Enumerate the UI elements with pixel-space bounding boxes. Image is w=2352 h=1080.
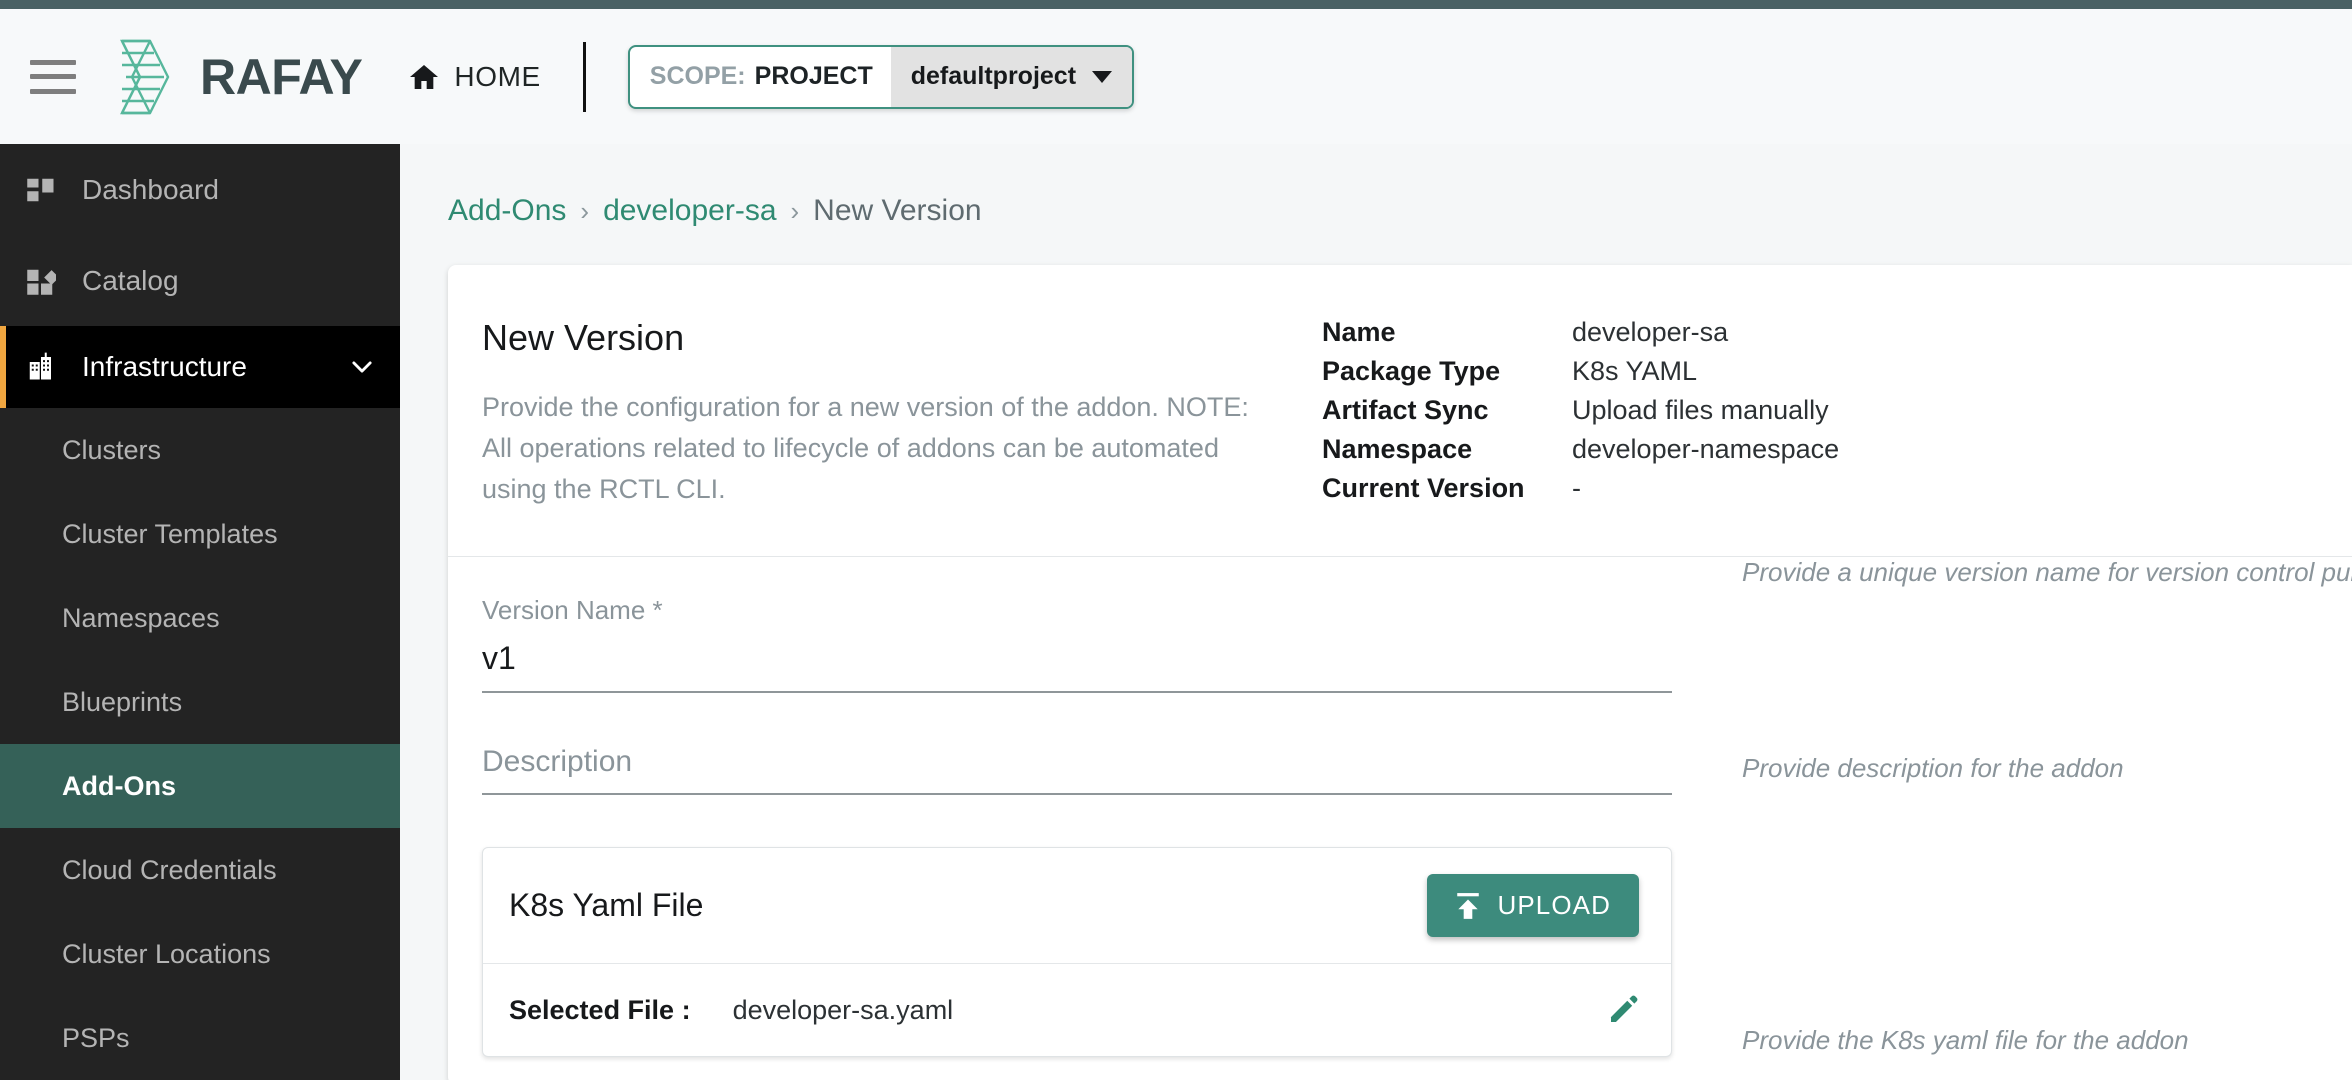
rafay-logo[interactable]: RAFAY (102, 37, 363, 117)
breadcrumb-separator: › (790, 195, 800, 226)
sidebar-item-add-ons[interactable]: Add-Ons (0, 744, 400, 828)
metadata-row: Current Version - (1322, 473, 1839, 504)
version-name-block: Version Name * (482, 557, 1672, 693)
app-header: RAFAY HOME SCOPE: PROJECT defaultproject (0, 9, 2352, 144)
body-layout: Dashboard Catalog Infrastructure Cluster… (0, 144, 2352, 1080)
sidebar-item-namespaces[interactable]: Namespaces (0, 576, 400, 660)
breadcrumb-item-addons[interactable]: Add-Ons (448, 194, 566, 228)
scope-prefix: SCOPE: (649, 62, 746, 90)
breadcrumb-separator: › (580, 195, 590, 226)
metadata-row: Name developer-sa (1322, 317, 1839, 348)
description-input[interactable] (482, 745, 1672, 795)
sidebar-item-blueprints[interactable]: Blueprints (0, 660, 400, 744)
addon-metadata: Name developer-sa Package Type K8s YAML … (1322, 317, 1839, 512)
scope-label: SCOPE: PROJECT (630, 47, 891, 107)
page-title: New Version (482, 317, 685, 358)
metadata-key: Namespace (1322, 434, 1473, 464)
scope-type: PROJECT (754, 62, 873, 90)
metadata-key: Current Version (1322, 473, 1525, 503)
scope-selector[interactable]: SCOPE: PROJECT defaultproject (627, 44, 1135, 109)
sidebar-item-label: Cluster Templates (62, 518, 278, 549)
sidebar-item-label: Add-Ons (62, 770, 176, 801)
sidebar-item-psps[interactable]: PSPs (0, 996, 400, 1080)
building-icon (29, 352, 51, 380)
selected-file-label: Selected File : (509, 994, 691, 1025)
yaml-file-card: K8s Yaml File UPLOAD Selected File: dev… (482, 847, 1672, 1057)
hamburger-icon[interactable] (30, 59, 76, 94)
card-description: Provide the configuration for a new vers… (482, 392, 1249, 505)
version-form: Version Name * Provide a unique version … (448, 557, 2352, 1057)
version-name-label: Version Name * (482, 595, 663, 625)
upload-icon (1457, 892, 1480, 919)
breadcrumb-item-developer-sa[interactable]: developer-sa (603, 194, 776, 228)
yaml-file-hint: Provide the K8s yaml file for the addon (1742, 1025, 2189, 1055)
sidebar-group-label: Infrastructure (82, 351, 247, 382)
sidebar-item-label: Namespaces (62, 602, 220, 633)
sidebar-item-label: Cloud Credentials (62, 854, 277, 885)
metadata-value: developer-sa (1572, 317, 1729, 347)
rafay-logo-mark (120, 39, 170, 114)
header-divider (582, 41, 586, 112)
field-yaml-file: K8s Yaml File UPLOAD Selected File: dev… (482, 795, 2352, 1057)
catalog-diamond-icon (27, 269, 56, 295)
sidebar-item-label: Blueprints (62, 686, 183, 717)
version-name-hint: Provide a unique version name for versio… (1742, 557, 2352, 587)
description-hint: Provide description for the addon (1742, 753, 2124, 783)
sidebar-item-label: Cluster Locations (62, 938, 271, 969)
metadata-value: Upload files manually (1572, 395, 1829, 425)
yaml-file-title: K8s Yaml File (509, 887, 704, 923)
sidebar-item-clusters[interactable]: Clusters (0, 408, 400, 492)
sidebar-item-label: Dashboard (82, 173, 219, 205)
scope-project-dropdown[interactable]: defaultproject (890, 46, 1133, 107)
metadata-row: Namespace developer-namespace (1322, 434, 1839, 465)
new-version-card: New Version Provide the configuration fo… (448, 265, 2352, 1080)
metadata-value: developer-namespace (1572, 434, 1840, 464)
home-icon (410, 64, 439, 89)
selected-file-row: Selected File : developer-sa.yaml (483, 964, 1671, 1056)
sidebar-item-cluster-templates[interactable]: Cluster Templates (0, 492, 400, 576)
sidebar-nav: Dashboard Catalog Infrastructure Cluster… (0, 144, 400, 1080)
main-content: Add-Ons › developer-sa › New Version New… (400, 144, 2352, 1080)
sidebar-group-infrastructure[interactable]: Infrastructure (0, 326, 400, 408)
sidebar-item-cluster-locations[interactable]: Cluster Locations (0, 912, 400, 996)
sidebar-item-catalog[interactable]: Catalog (0, 235, 400, 326)
field-version-name: Version Name * Provide a unique version … (482, 557, 2352, 693)
scope-project-name: defaultproject (910, 62, 1077, 90)
dashboard-grid-icon (27, 178, 54, 201)
upload-button[interactable]: UPLOAD (1427, 874, 1639, 937)
upload-button-label: UPLOAD (1497, 890, 1611, 920)
metadata-key: Package Type (1322, 356, 1501, 386)
yaml-file-header: K8s Yaml File UPLOAD (483, 848, 1671, 964)
card-header: New Version Provide the configuration fo… (448, 265, 2352, 557)
chevron-down-icon (1092, 70, 1113, 83)
breadcrumb: Add-Ons › developer-sa › New Version (400, 144, 2352, 228)
rafay-logo-text: RAFAY (200, 48, 363, 105)
field-description: Provide description for the addon (482, 693, 2352, 795)
metadata-key: Name (1322, 317, 1396, 347)
metadata-row: Artifact Sync Upload files manually (1322, 395, 1839, 426)
home-link[interactable]: HOME (408, 61, 540, 93)
sidebar-item-label: Catalog (82, 264, 179, 296)
card-header-left: New Version Provide the configuration fo… (482, 317, 1272, 512)
chevron-down-icon (352, 361, 372, 373)
metadata-row: Package Type K8s YAML (1322, 356, 1839, 387)
version-name-input[interactable] (482, 640, 1672, 693)
metadata-value: - (1572, 473, 1581, 503)
breadcrumb-current: New Version (813, 194, 982, 227)
home-label: HOME (454, 60, 541, 92)
metadata-value: K8s YAML (1572, 356, 1698, 386)
pencil-icon[interactable] (1607, 994, 1639, 1026)
selected-file-name: developer-sa.yaml (732, 994, 954, 1025)
top-accent-strip (0, 0, 2352, 9)
description-block (482, 693, 1672, 795)
metadata-key: Artifact Sync (1322, 395, 1489, 425)
sidebar-item-label: Clusters (62, 434, 162, 465)
sidebar-item-label: PSPs (62, 1022, 130, 1053)
sidebar-item-dashboard[interactable]: Dashboard (0, 144, 400, 235)
sidebar-item-cloud-credentials[interactable]: Cloud Credentials (0, 828, 400, 912)
